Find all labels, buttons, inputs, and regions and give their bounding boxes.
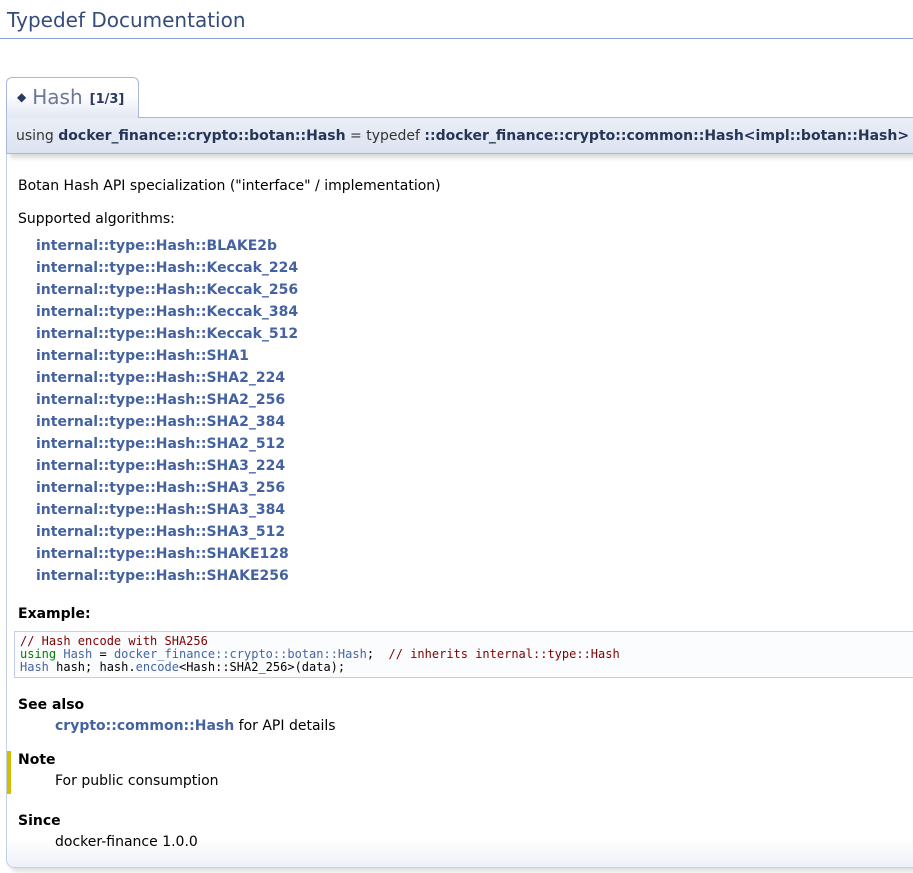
code-symbol-link[interactable]: encode	[136, 660, 179, 674]
code-token: ;	[367, 647, 389, 661]
note-text: For public consumption	[55, 773, 913, 789]
typedef-equals-keyword: = typedef	[350, 128, 420, 144]
algorithm-link[interactable]: internal::type::Hash::SHAKE256	[36, 565, 913, 587]
page-title: Typedef Documentation	[0, 0, 913, 39]
see-also-link[interactable]: crypto::common::Hash	[55, 718, 234, 734]
typedef-name-link[interactable]: docker_finance::crypto::botan::Hash	[58, 128, 345, 144]
member-documentation: Botan Hash API specialization ("interfac…	[6, 154, 913, 868]
example-label: Example:	[18, 606, 913, 622]
see-also-label: See also	[18, 697, 913, 713]
permalink-diamond-icon[interactable]: ◆	[17, 90, 26, 104]
algorithm-link[interactable]: internal::type::Hash::Keccak_256	[36, 279, 913, 301]
supported-algorithms-label: Supported algorithms:	[18, 211, 913, 227]
algorithm-list: internal::type::Hash::BLAKE2binternal::t…	[36, 235, 913, 587]
see-also-section: See also crypto::common::Hash for API de…	[17, 697, 913, 734]
see-also-content: crypto::common::Hash for API details	[55, 718, 913, 734]
using-keyword: using	[16, 128, 54, 144]
algorithm-link[interactable]: internal::type::Hash::Keccak_224	[36, 257, 913, 279]
algorithm-link[interactable]: internal::type::Hash::SHA3_512	[36, 521, 913, 543]
code-token: // inherits internal::type::Hash	[389, 647, 620, 661]
algorithm-link[interactable]: internal::type::Hash::Keccak_384	[36, 301, 913, 323]
algorithm-link[interactable]: internal::type::Hash::SHA3_256	[36, 477, 913, 499]
algorithm-link[interactable]: internal::type::Hash::Keccak_512	[36, 323, 913, 345]
code-token: // Hash encode with SHA256	[20, 634, 208, 648]
typedef-type-link[interactable]: ::docker_finance::crypto::common::Hash<i…	[424, 128, 909, 144]
since-text: docker-finance 1.0.0	[55, 834, 913, 850]
member-tab-title: Hash	[32, 85, 82, 109]
algorithm-link[interactable]: internal::type::Hash::BLAKE2b	[36, 235, 913, 257]
code-symbol-link[interactable]: docker_finance::crypto::botan::Hash	[114, 647, 367, 661]
code-token: =	[92, 647, 114, 661]
code-token: hash; hash.	[49, 660, 136, 674]
code-token: <Hash::SHA2_256>(data);	[179, 660, 345, 674]
algorithm-link[interactable]: internal::type::Hash::SHA3_384	[36, 499, 913, 521]
member-block: ◆Hash[1/3] using docker_finance::crypto:…	[6, 77, 913, 868]
algorithm-link[interactable]: internal::type::Hash::SHA2_384	[36, 411, 913, 433]
code-example: // Hash encode with SHA256using Hash = d…	[14, 631, 913, 678]
typedef-declaration: using docker_finance::crypto::botan::Has…	[6, 117, 913, 154]
note-label: Note	[18, 752, 913, 768]
since-section: Since docker-finance 1.0.0	[17, 813, 913, 850]
algorithm-link[interactable]: internal::type::Hash::SHA3_224	[36, 455, 913, 477]
member-tab-overload: [1/3]	[90, 92, 125, 107]
code-line: Hash hash; hash.encode<Hash::SHA2_256>(d…	[20, 661, 913, 674]
brief-description: Botan Hash API specialization ("interfac…	[18, 178, 913, 194]
code-token: using	[20, 647, 63, 661]
code-symbol-link[interactable]: Hash	[20, 660, 49, 674]
member-item: using docker_finance::crypto::botan::Has…	[6, 117, 913, 868]
example-section: Example:	[17, 606, 913, 622]
code-symbol-link[interactable]: Hash	[63, 647, 92, 661]
note-section: Note For public consumption	[7, 751, 913, 794]
member-tab: ◆ Hash [1/3]	[6, 77, 139, 118]
algorithm-link[interactable]: internal::type::Hash::SHA2_256	[36, 389, 913, 411]
algorithm-link[interactable]: internal::type::Hash::SHA1	[36, 345, 913, 367]
since-label: Since	[18, 813, 913, 829]
see-also-suffix: for API details	[234, 718, 335, 734]
algorithm-link[interactable]: internal::type::Hash::SHAKE128	[36, 543, 913, 565]
algorithm-link[interactable]: internal::type::Hash::SHA2_512	[36, 433, 913, 455]
algorithm-link[interactable]: internal::type::Hash::SHA2_224	[36, 367, 913, 389]
